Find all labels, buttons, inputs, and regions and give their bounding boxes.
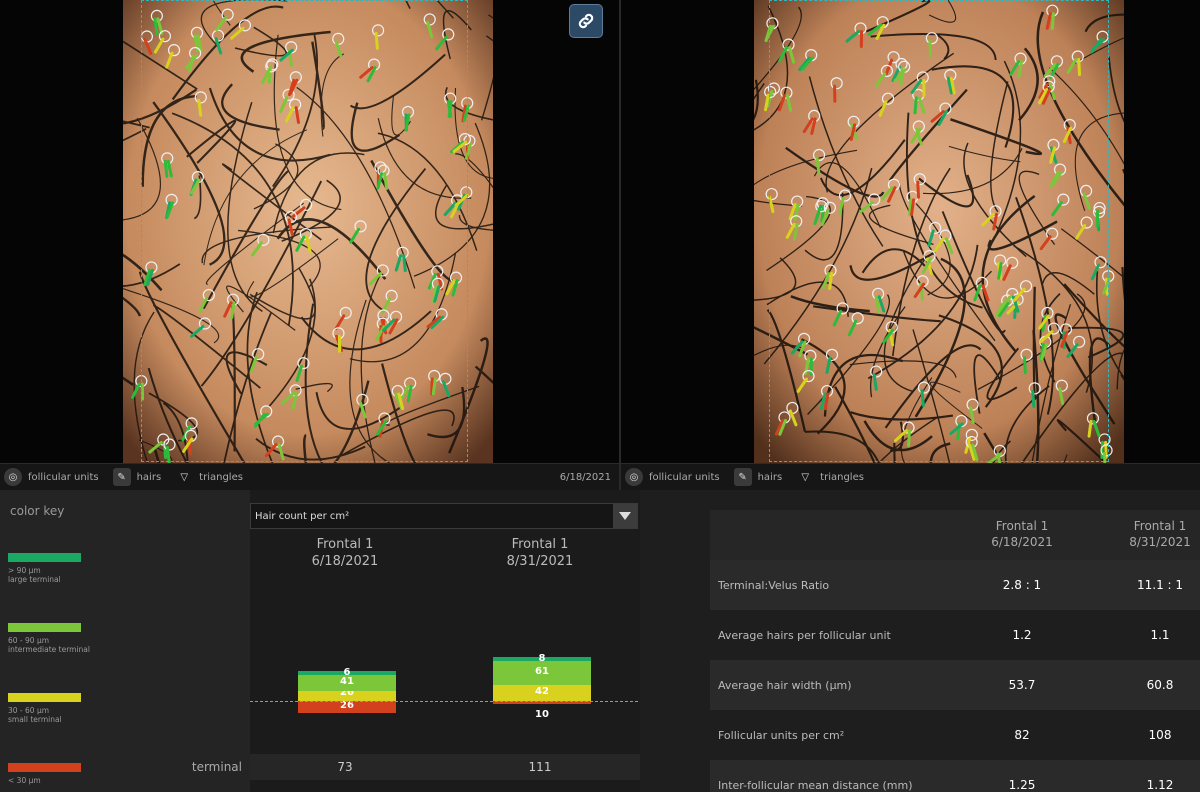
bar-segment: 61 xyxy=(493,660,591,685)
target-icon: ◎ xyxy=(4,468,22,486)
link-views-button[interactable] xyxy=(569,4,603,38)
bar-segment: 42 xyxy=(493,684,591,701)
follicular-units-label: follicular units xyxy=(649,471,720,483)
follicular-units-toggle[interactable]: ◎ follicular units xyxy=(4,468,99,486)
hair-analysis-app: ◎ follicular units ✎ hairs ▽ triangles 6… xyxy=(0,0,1200,792)
table-row: Terminal:Velus Ratio 2.8 : 1 11.1 : 1 xyxy=(710,560,1200,610)
color-swatch xyxy=(8,553,81,562)
table-row: Inter-follicular mean distance (mm) 1.25… xyxy=(710,760,1200,792)
bar-value-label: 10 xyxy=(535,709,549,720)
triangles-toggle[interactable]: ▽ triangles xyxy=(796,468,864,486)
stats-value: 60.8 xyxy=(1146,678,1174,692)
stats-value: 82 xyxy=(1014,728,1030,742)
stats-label: Terminal:Velus Ratio xyxy=(718,578,830,592)
stats-column-header: Frontal 1 6/18/2021 xyxy=(962,518,1082,550)
row-value: 73 xyxy=(337,760,353,774)
chart-column-date: 8/31/2021 xyxy=(506,554,574,569)
stats-value: 1.25 xyxy=(1008,778,1036,792)
bar-value-label: 6 xyxy=(343,666,351,678)
color-key-class: small terminal xyxy=(8,715,62,724)
color-key-item: 30 - 60 µm small terminal xyxy=(8,693,81,724)
color-swatch xyxy=(8,693,81,702)
metric-select-value: Hair count per cm² xyxy=(255,510,350,522)
hair-icon: ✎ xyxy=(112,468,131,486)
stats-value: 2.8 : 1 xyxy=(1002,578,1042,592)
bar-segment: 8 xyxy=(493,653,591,664)
stats-label: Average hairs per follicular unit xyxy=(718,628,891,642)
stats-value: 1.2 xyxy=(1012,628,1032,642)
stats-column-title: Frontal 1 xyxy=(1133,519,1187,533)
chain-link-icon xyxy=(578,13,594,29)
color-key-range: < 30 µm xyxy=(8,776,41,785)
table-row: Follicular units per cm² 82 108 xyxy=(710,710,1200,760)
color-key-class: large terminal xyxy=(8,575,61,584)
chart-column-title: Frontal 1 xyxy=(511,537,569,552)
color-key-panel: color key > 90 µm large terminal 60 - 90… xyxy=(0,490,250,792)
hairs-label: hairs xyxy=(757,471,783,483)
stats-value: 1.12 xyxy=(1146,778,1174,792)
table-row: Average hairs per follicular unit 1.2 1.… xyxy=(710,610,1200,660)
stats-column-date: 6/18/2021 xyxy=(991,535,1053,549)
color-key-item: > 90 µm large terminal xyxy=(8,553,81,584)
triangles-toggle[interactable]: ▽ triangles xyxy=(175,468,243,486)
hairs-label: hairs xyxy=(136,471,162,483)
chart-baseline xyxy=(250,701,638,702)
stats-column-header: Frontal 1 8/31/2021 xyxy=(1100,518,1200,550)
hairs-toggle[interactable]: ✎ hairs xyxy=(112,468,162,486)
stats-value: 108 xyxy=(1148,728,1172,742)
row-label: terminal xyxy=(191,760,242,774)
color-key-range: 60 - 90 µm xyxy=(8,636,50,645)
left-image-view[interactable] xyxy=(0,0,619,463)
stats-label: Average hair width (µm) xyxy=(718,678,852,692)
follicular-units-toggle[interactable]: ◎ follicular units xyxy=(625,468,720,486)
color-key-item: 60 - 90 µm intermediate terminal xyxy=(8,623,90,654)
color-key-class: intermediate terminal xyxy=(8,645,90,654)
bar-segment: 6 xyxy=(298,667,396,678)
chart-column-date: 6/18/2021 xyxy=(311,554,379,569)
statistics-table: Frontal 1 6/18/2021 Frontal 1 8/31/2021 … xyxy=(640,490,1200,792)
follicular-units-label: follicular units xyxy=(28,471,99,483)
bar-value-label: 42 xyxy=(535,685,549,697)
chart-column-header: Frontal 1 8/31/2021 xyxy=(445,536,635,570)
color-key-range: 30 - 60 µm xyxy=(8,706,50,715)
left-view-toolbar: ◎ follicular units ✎ hairs ▽ triangles 6… xyxy=(0,463,619,490)
right-view-toolbar: ◎ follicular units ✎ hairs ▽ triangles xyxy=(621,463,1200,490)
chart-column-header: Frontal 1 6/18/2021 xyxy=(250,536,440,570)
right-image-view[interactable] xyxy=(621,0,1200,463)
region-of-interest-left[interactable] xyxy=(141,0,468,462)
chevron-down-icon[interactable] xyxy=(613,504,637,528)
color-key-range: > 90 µm xyxy=(8,566,41,575)
color-swatch xyxy=(8,623,81,632)
analysis-section: color key > 90 µm large terminal 60 - 90… xyxy=(0,490,1200,792)
stats-label: Inter-follicular mean distance (mm) xyxy=(718,778,913,792)
color-key-title: color key xyxy=(10,504,65,518)
stats-label: Follicular units per cm² xyxy=(718,728,845,742)
hairs-toggle[interactable]: ✎ hairs xyxy=(733,468,783,486)
stats-column-date: 8/31/2021 xyxy=(1129,535,1191,549)
row-value: 111 xyxy=(528,760,552,774)
table-row: Average hair width (µm) 53.7 60.8 xyxy=(710,660,1200,710)
bar-segment: 26 xyxy=(298,700,396,713)
stats-column-title: Frontal 1 xyxy=(995,519,1049,533)
stats-value: 11.1 : 1 xyxy=(1136,578,1184,592)
left-view-date: 6/18/2021 xyxy=(559,471,611,483)
bar-value-label: 61 xyxy=(535,665,549,677)
region-of-interest-right[interactable] xyxy=(769,0,1109,462)
metric-select[interactable]: Hair count per cm² xyxy=(250,503,638,529)
triangle-icon: ▽ xyxy=(801,471,810,483)
triangles-label: triangles xyxy=(199,471,243,483)
hair-icon: ✎ xyxy=(733,468,752,486)
stats-value: 1.1 xyxy=(1150,628,1170,642)
hair-count-chart-panel: Hair count per cm² Frontal 1 6/18/2021 F… xyxy=(192,490,640,792)
triangles-label: triangles xyxy=(820,471,864,483)
stats-value: 53.7 xyxy=(1008,678,1036,692)
bar-value-label: 8 xyxy=(538,652,546,664)
chart-column-title: Frontal 1 xyxy=(316,537,374,552)
target-icon: ◎ xyxy=(625,468,643,486)
triangle-icon: ▽ xyxy=(180,471,189,483)
